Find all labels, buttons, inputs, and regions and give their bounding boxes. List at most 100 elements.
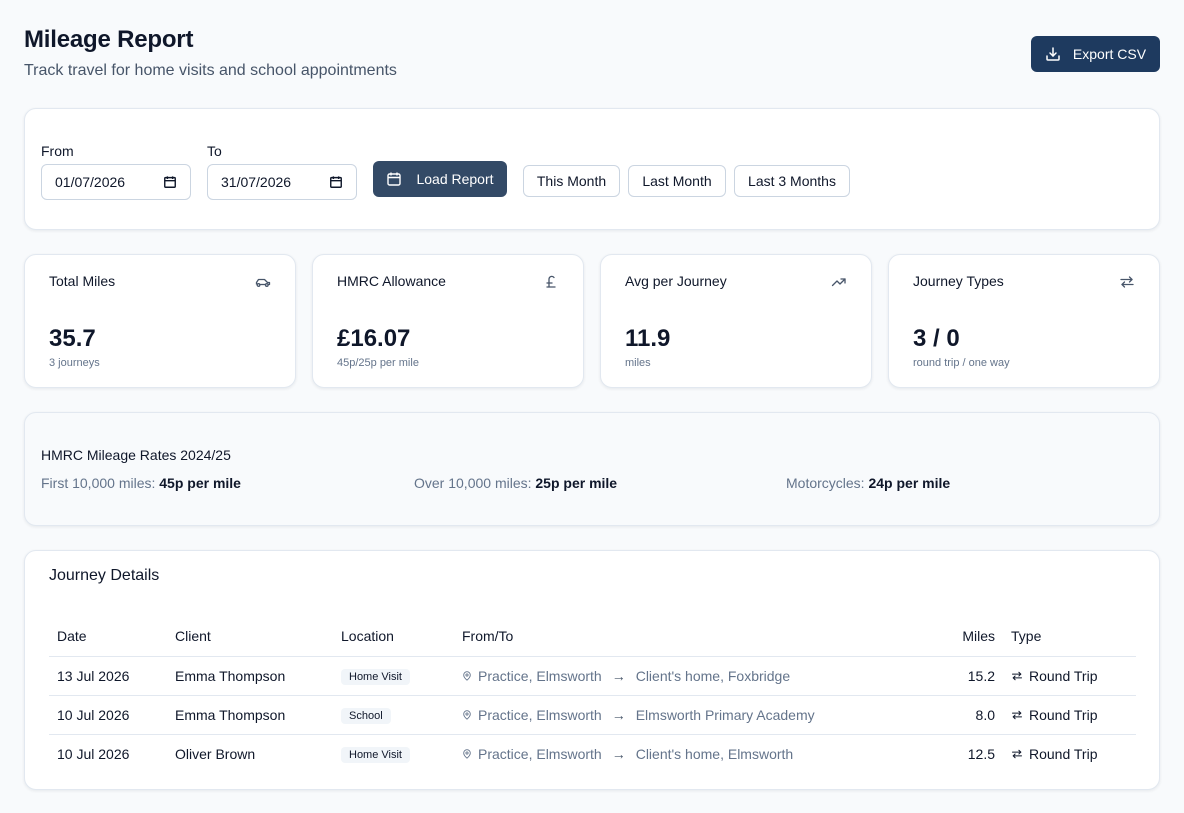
rate-value: 45p per mile: [159, 475, 241, 491]
swap-icon: [1011, 671, 1023, 680]
journey-details-title: Journey Details: [49, 567, 160, 584]
rate-label: First 10,000 miles:: [41, 475, 156, 491]
map-pin-icon: [463, 670, 471, 681]
last-month-button[interactable]: Last Month: [628, 165, 726, 197]
location-cell: Home Visit: [333, 656, 454, 696]
column-header: Location: [333, 617, 454, 657]
load-report-button[interactable]: Load Report: [373, 161, 507, 197]
column-header: From/To: [454, 617, 909, 657]
arrow-right-icon: →: [611, 667, 626, 684]
rate-item: Motorcycles: 24p per mile: [786, 475, 950, 491]
swap-icon: [1011, 749, 1023, 759]
from-label: From: [41, 143, 74, 159]
swap-icon: [1120, 276, 1134, 288]
route-to: Client's home, Foxbridge: [635, 667, 791, 684]
location-cell: School: [333, 695, 454, 735]
type-label: Round Trip: [1029, 706, 1098, 723]
type-cell: Round Trip: [1003, 656, 1136, 696]
rates-title: HMRC Mileage Rates 2024/25: [41, 447, 231, 463]
arrow-right-icon: →: [611, 745, 626, 762]
calendar-icon[interactable]: [329, 175, 343, 189]
location-badge: Home Visit: [341, 746, 410, 763]
client-cell: Emma Thompson: [167, 656, 333, 696]
rate-value: 24p per mile: [868, 475, 951, 491]
location-badge: School: [341, 707, 391, 724]
stat-card-hmrc-allowance: HMRC Allowance £16.07 45p/25p per mile: [312, 254, 584, 388]
to-label: To: [207, 143, 222, 159]
rate-item: First 10,000 miles: 45p per mile: [41, 475, 241, 491]
map-pin-icon: [463, 709, 471, 720]
route-from: Practice, Elmsworth: [478, 706, 602, 723]
stat-card-total-miles: Total Miles 35.7 3 journeys: [24, 254, 296, 388]
stat-sub: 45p/25p per mile: [337, 357, 419, 369]
miles-cell: 8.0: [909, 695, 1003, 735]
type-cell: Round Trip: [1003, 734, 1136, 773]
page-title: Mileage Report: [24, 26, 194, 53]
route-to: Elmsworth Primary Academy: [635, 706, 815, 723]
to-date-input[interactable]: 31/07/2026: [207, 164, 357, 200]
this-month-button[interactable]: This Month: [523, 165, 620, 197]
stat-label: Journey Types: [913, 273, 1004, 289]
route-from: Practice, Elmsworth: [478, 667, 602, 684]
type-label: Round Trip: [1029, 667, 1098, 684]
hmrc-rates-card: HMRC Mileage Rates 2024/25 First 10,000 …: [24, 412, 1160, 526]
arrow-right-icon: →: [611, 706, 626, 723]
rate-item: Over 10,000 miles: 25p per mile: [414, 475, 617, 491]
stat-value: 11.9: [625, 325, 671, 352]
stat-sub: 3 journeys: [49, 357, 100, 369]
stat-sub: miles: [625, 357, 651, 369]
location-cell: Home Visit: [333, 734, 454, 773]
stat-value: 3 / 0: [913, 325, 960, 352]
client-cell: Oliver Brown: [175, 745, 256, 762]
column-header: Miles: [909, 617, 1003, 657]
route-cell: Practice, Elmsworth → Elmsworth Primary …: [454, 695, 909, 735]
date-cell: 13 Jul 2026: [49, 656, 167, 696]
table-row[interactable]: 10 Jul 2026 Oliver Brown Home Visit Prac…: [49, 734, 1136, 773]
route-to: Client's home, Elmsworth: [635, 745, 794, 762]
stat-sub: round trip / one way: [913, 357, 1010, 369]
route-cell: Practice, Elmsworth → Client's home, Fox…: [454, 656, 909, 696]
from-field: From 01/07/2026: [41, 143, 191, 200]
table-header-row: Date Client Location From/To Miles Type: [49, 617, 1136, 657]
stat-value: £16.07: [337, 325, 411, 352]
column-header: Client: [167, 617, 333, 657]
miles-cell: 12.5: [967, 745, 995, 762]
calendar-icon[interactable]: [163, 175, 177, 189]
journey-details-card: Journey Details Date Client Location Fro…: [24, 550, 1160, 790]
rate-value: 25p per mile: [535, 475, 618, 491]
date-cell: 10 Jul 2026: [49, 695, 167, 735]
date-cell: 10 Jul 2026: [57, 745, 130, 762]
route-cell: Practice, Elmsworth → Client's home, Elm…: [454, 734, 909, 773]
swap-icon: [1011, 710, 1023, 719]
stat-label: Avg per Journey: [625, 273, 727, 289]
stat-value: 35.7: [49, 325, 96, 352]
to-date-value: 31/07/2026: [221, 174, 292, 190]
last-3-months-button[interactable]: Last 3 Months: [734, 165, 850, 197]
pound-icon: [546, 275, 556, 288]
column-header: Date: [49, 617, 167, 657]
export-csv-button[interactable]: Export CSV: [1031, 36, 1160, 72]
column-header: Type: [1003, 617, 1136, 657]
journey-table: Date Client Location From/To Miles Type …: [49, 617, 1136, 773]
table-row[interactable]: 10 Jul 2026 Emma Thompson School Practic…: [49, 695, 1136, 735]
filter-card: From 01/07/2026 To 31/07/2026 Load Repor…: [24, 108, 1160, 230]
stat-label: HMRC Allowance: [337, 273, 446, 289]
page-header: Mileage Report Track travel for home vis…: [24, 26, 1160, 86]
type-cell: Round Trip: [1003, 695, 1136, 735]
map-pin-icon: [463, 749, 471, 759]
stat-label: Total Miles: [49, 273, 116, 289]
from-date-input[interactable]: 01/07/2026: [41, 164, 191, 200]
stat-card-avg-per-journey: Avg per Journey 11.9 miles: [600, 254, 872, 388]
miles-cell: 15.2: [909, 656, 1003, 696]
page-subtitle: Track travel for home visits and school …: [24, 62, 397, 79]
rate-label: Motorcycles:: [786, 475, 865, 491]
table-row[interactable]: 13 Jul 2026 Emma Thompson Home Visit Pra…: [49, 656, 1136, 696]
calendar-icon: [387, 172, 402, 186]
client-cell: Emma Thompson: [167, 695, 333, 735]
from-date-value: 01/07/2026: [55, 174, 126, 190]
location-badge: Home Visit: [341, 668, 410, 685]
export-csv-label: Export CSV: [1072, 46, 1147, 62]
car-icon: [255, 278, 271, 287]
rate-label: Over 10,000 miles:: [414, 475, 532, 491]
load-report-label: Load Report: [416, 171, 494, 187]
